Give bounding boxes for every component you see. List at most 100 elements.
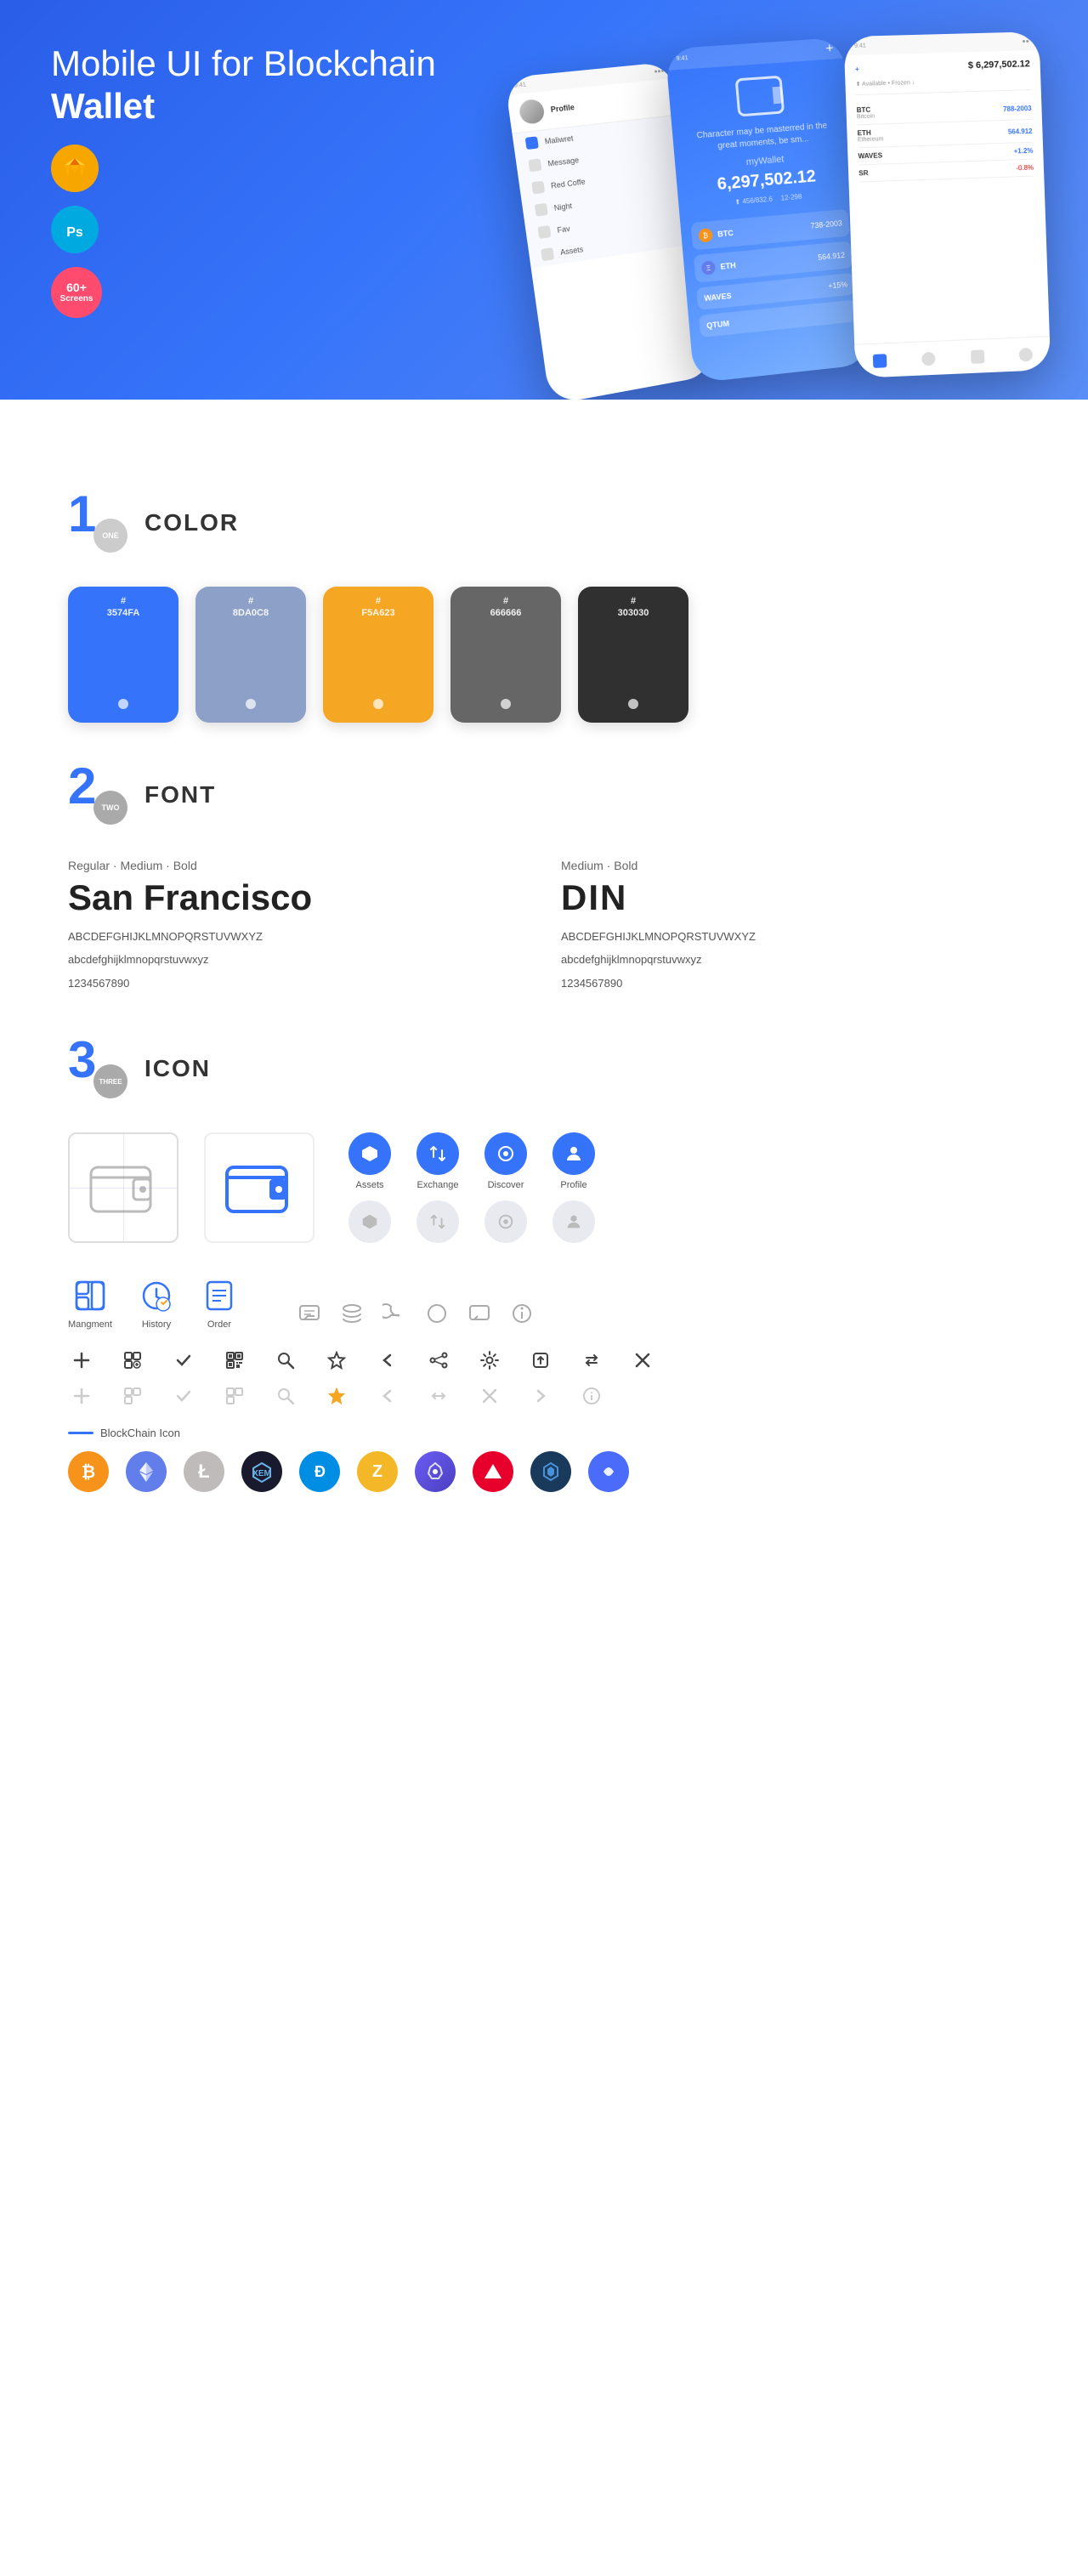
xlm-logo <box>415 1451 456 1492</box>
font-din-styles: Medium · Bold <box>561 859 1020 872</box>
misc-icons <box>298 1302 534 1330</box>
exchange-icon-gray <box>416 1200 459 1243</box>
back-icon-gray <box>374 1382 401 1410</box>
app-nav-row: Mangment History <box>68 1277 1020 1330</box>
qr-icon-gray <box>221 1382 248 1410</box>
discover-icon-item: Discover <box>484 1132 527 1190</box>
blockchain-label: BlockChain Icon <box>68 1427 1020 1439</box>
icon-section: 3 THREE ICON <box>68 1039 1020 1492</box>
color-dot <box>628 699 638 709</box>
moon-icon <box>382 1302 406 1330</box>
font-sf-lower: abcdefghijklmnopqrstuvwxyz <box>68 950 527 969</box>
phones-mockup: 9:41●●● Profile Maliwret Message Red Cof… <box>518 26 1088 400</box>
font-din-name: DIN <box>561 877 1020 918</box>
assets-icon-item: Assets <box>348 1132 391 1190</box>
color-section-header: 1 ONE COLOR <box>68 493 1020 553</box>
discover-label: Discover <box>488 1180 524 1190</box>
font-sf-name: San Francisco <box>68 877 527 918</box>
font-din-nums: 1234567890 <box>561 973 1020 993</box>
font-din: Medium · Bold DIN ABCDEFGHIJKLMNOPQRSTUV… <box>561 859 1020 996</box>
three-badge: THREE <box>94 1064 128 1098</box>
font-din-upper: ABCDEFGHIJKLMNOPQRSTUVWXYZ <box>561 927 1020 946</box>
upload-icon <box>527 1347 554 1374</box>
ps-badge: Ps <box>51 206 99 253</box>
color-swatch-4: #303030 <box>578 587 688 723</box>
exchange-icon-item: Exchange <box>416 1132 459 1190</box>
zec-logo: Z <box>357 1451 398 1492</box>
blockchain-label-text: BlockChain Icon <box>100 1427 180 1439</box>
tools-row-1 <box>68 1347 1020 1374</box>
color-section: 1 ONE COLOR #3574FA #8DA0C8 #F5A623 #666… <box>68 493 1020 723</box>
color-dot <box>373 699 383 709</box>
history-label: History <box>142 1319 171 1330</box>
band-logo <box>588 1451 629 1492</box>
profile-icon <box>552 1132 595 1175</box>
icon-design-row: Assets Exchange <box>68 1132 1020 1243</box>
dash-logo: Đ <box>299 1451 340 1492</box>
hero-title: Mobile UI for Blockchain Wallet <box>51 43 476 128</box>
profile-icon-item: Profile <box>552 1132 595 1190</box>
check-icon <box>170 1347 197 1374</box>
badge-icons-container: Ps 60+ Screens <box>51 145 102 318</box>
order-nav-item: Order <box>201 1277 238 1330</box>
phone-right: 9:41●● + $ 6,297,502.12 ⬆ Available • Fr… <box>844 31 1051 378</box>
gto-logo <box>530 1451 571 1492</box>
star-icon <box>323 1347 350 1374</box>
comment-icon <box>468 1302 491 1330</box>
share-icon <box>425 1347 452 1374</box>
color-swatches: #3574FA #8DA0C8 #F5A623 #666666 #303030 <box>68 587 1020 723</box>
icon-title: ICON <box>144 1055 211 1082</box>
circle-icon <box>425 1302 449 1330</box>
color-dot <box>118 699 128 709</box>
screens-badge: 60+ Screens <box>51 267 102 318</box>
svg-text:Ps: Ps <box>66 225 83 240</box>
info-icon-gray <box>578 1382 605 1410</box>
font-sf-styles: Regular · Medium · Bold <box>68 859 527 872</box>
font-title: FONT <box>144 781 216 809</box>
one-badge: ONE <box>94 519 128 553</box>
color-title: COLOR <box>144 509 239 536</box>
blockchain-line <box>68 1432 94 1434</box>
management-label: Mangment <box>68 1319 112 1330</box>
grid-edit-icon-gray <box>119 1382 146 1410</box>
forward-icon-gray <box>527 1382 554 1410</box>
color-swatch-0: #3574FA <box>68 587 178 723</box>
btc-logo: ₿ <box>68 1451 109 1492</box>
management-icon <box>71 1277 109 1314</box>
font-sf-nums: 1234567890 <box>68 973 527 993</box>
nav-icons-container: Assets Exchange <box>348 1132 595 1243</box>
exchange-label: Exchange <box>417 1180 459 1190</box>
discover-icon-gray <box>484 1200 527 1243</box>
main-content: 1 ONE COLOR #3574FA #8DA0C8 #F5A623 #666… <box>0 400 1088 1586</box>
discover-icon <box>484 1132 527 1175</box>
section-number-1: 1 ONE <box>68 493 128 553</box>
color-dot <box>246 699 256 709</box>
icon-section-header: 3 THREE ICON <box>68 1039 1020 1098</box>
assets-label: Assets <box>355 1180 383 1190</box>
nav-icons-filled-row: Assets Exchange <box>348 1132 595 1190</box>
font-sf: Regular · Medium · Bold San Francisco AB… <box>68 859 527 996</box>
exchange-icon <box>416 1132 459 1175</box>
check-icon-gray <box>170 1382 197 1410</box>
icon-wallet-filled-box <box>204 1132 314 1243</box>
sketch-badge <box>51 145 99 192</box>
plus-icon <box>68 1347 95 1374</box>
swap-icon <box>578 1347 605 1374</box>
color-swatch-3: #666666 <box>450 587 561 723</box>
profile-icon-gray <box>552 1200 595 1243</box>
two-badge: TWO <box>94 791 128 825</box>
font-din-lower: abcdefghijklmnopqrstuvwxyz <box>561 950 1020 969</box>
star-icon-yellow <box>323 1382 350 1410</box>
tools-row-2 <box>68 1382 1020 1410</box>
arrow-both-icon-gray <box>425 1382 452 1410</box>
color-swatch-2: #F5A623 <box>323 587 434 723</box>
color-swatch-1: #8DA0C8 <box>196 587 306 723</box>
plus-icon-gray <box>68 1382 95 1410</box>
icon-box-outline <box>68 1132 178 1243</box>
ark-logo <box>473 1451 513 1492</box>
back-icon <box>374 1347 401 1374</box>
nav-icons-gray-row <box>348 1200 595 1243</box>
order-label: Order <box>207 1319 231 1330</box>
search-icon-gray <box>272 1382 299 1410</box>
svg-text:XEM: XEM <box>252 1469 271 1478</box>
